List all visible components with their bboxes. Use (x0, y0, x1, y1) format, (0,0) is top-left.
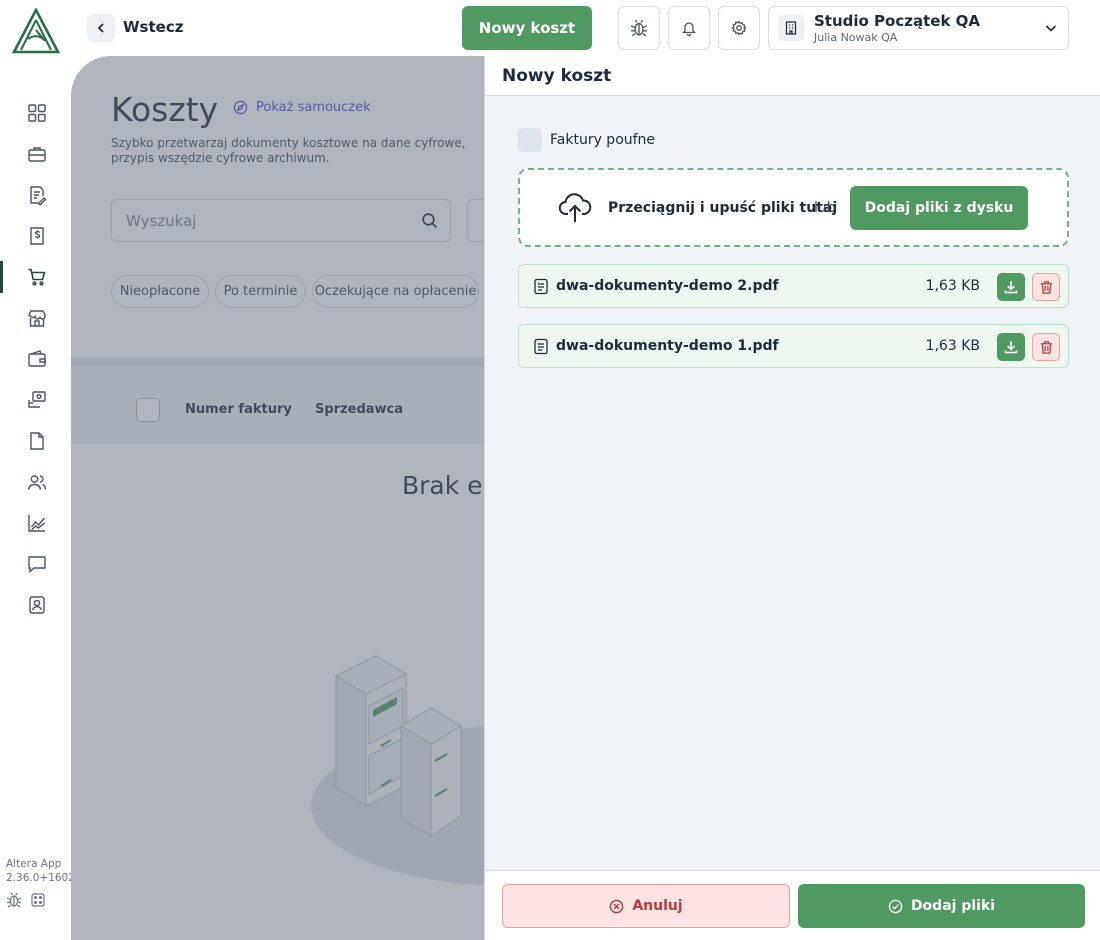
page-title: Koszty (111, 90, 219, 129)
back-button[interactable] (87, 14, 115, 42)
sidebar-item-dashboard[interactable] (0, 97, 71, 129)
company-name: Studio Początek QA (814, 12, 981, 30)
company-user: Julia Nowak QA (814, 31, 898, 44)
page-description: Szybko przetwarzaj dokumenty kosztowe na… (111, 136, 466, 165)
settings-button[interactable] (718, 6, 760, 50)
file-name: dwa-dokumenty-demo 2.pdf (556, 278, 779, 294)
file-size: 1,63 KB (925, 338, 980, 354)
gear-icon (731, 20, 747, 36)
app-version: Altera App 2.36.0+1602 (6, 858, 75, 884)
delete-file-button[interactable] (1032, 273, 1060, 301)
delete-file-button[interactable] (1032, 333, 1060, 361)
money-transfer-icon (28, 391, 46, 408)
drawer-title: Nowy koszt (502, 66, 612, 86)
bug-report-icon[interactable] (6, 892, 22, 908)
download-icon (1004, 281, 1018, 294)
check-circle-icon (888, 899, 903, 913)
sidebar-item-wallet[interactable] (0, 343, 71, 375)
compass-icon (233, 100, 248, 115)
add-files-from-disk-button[interactable]: Dodaj pliki z dysku (850, 186, 1028, 230)
company-switcher[interactable]: Studio Początek QA Julia Nowak QA (768, 6, 1069, 50)
sidebar: Altera App 2.36.0+1602 (0, 0, 75, 940)
sidebar-item-store[interactable] (0, 302, 71, 334)
download-icon (1004, 341, 1018, 354)
dropzone-or: lub (814, 200, 836, 216)
dice-icon[interactable] (30, 892, 46, 908)
sidebar-item-account[interactable] (0, 589, 71, 621)
building-icon (778, 15, 804, 41)
sidebar-item-reports[interactable] (0, 507, 71, 539)
briefcase-icon (28, 147, 46, 162)
contact-card-icon (29, 596, 45, 614)
document-edit-icon (30, 186, 47, 205)
sidebar-item-payments[interactable] (0, 384, 71, 416)
filter-chip-overdue[interactable]: Po terminie (215, 275, 306, 308)
chevron-down-icon (1045, 25, 1057, 32)
drawer-footer: Anuluj Dodaj pliki (485, 870, 1100, 940)
add-files-label: Dodaj pliki (910, 898, 996, 914)
bell-icon (681, 22, 697, 36)
bug-report-button[interactable] (618, 6, 660, 50)
cloud-upload-icon (558, 193, 592, 222)
pdf-file-icon (534, 338, 548, 355)
altera-logo-icon[interactable] (11, 8, 61, 54)
file-icon (30, 432, 44, 450)
file-size: 1,63 KB (925, 278, 980, 294)
shopping-cart-icon (28, 268, 46, 286)
sidebar-item-messages[interactable] (0, 548, 71, 580)
file-row: dwa-dokumenty-demo 2.pdf 1,63 KB (518, 264, 1069, 308)
sidebar-item-costs[interactable] (0, 261, 71, 293)
trash-icon (1040, 340, 1052, 354)
users-icon (27, 475, 47, 490)
search-placeholder: Wyszukaj (126, 212, 197, 230)
column-seller[interactable]: Sprzedawca (315, 402, 403, 417)
search-icon[interactable] (421, 212, 438, 229)
new-cost-button[interactable]: Nowy koszt (462, 6, 592, 50)
filter-chip-awaiting-payment[interactable]: Oczekujące na opłacenie (312, 275, 479, 308)
dropzone-text: Przeciągnij i upuść pliki tutaj (608, 200, 838, 216)
dashboard-grid-icon (28, 104, 46, 122)
sidebar-item-invoices[interactable] (0, 220, 71, 252)
file-dropzone[interactable]: Przeciągnij i upuść pliki tutaj lub Doda… (518, 168, 1069, 247)
download-file-button[interactable] (997, 273, 1025, 301)
tutorial-label: Pokaż samouczek (256, 100, 371, 115)
chat-icon (28, 556, 46, 574)
show-tutorial-link[interactable]: Pokaż samouczek (233, 100, 371, 115)
bug-icon (630, 19, 648, 37)
pdf-file-icon (534, 278, 548, 295)
cancel-label: Anuluj (632, 898, 683, 914)
filter-chip-unpaid[interactable]: Nieopłacone (111, 275, 209, 308)
chevron-left-icon (97, 23, 104, 33)
confidential-invoices-label[interactable]: Faktury poufne (550, 132, 655, 148)
wallet-icon (28, 350, 46, 367)
confidential-invoices-checkbox[interactable] (518, 128, 542, 152)
close-circle-icon (610, 899, 624, 913)
column-invoice-number[interactable]: Numer faktury (185, 402, 292, 417)
sidebar-item-documents[interactable] (0, 179, 71, 211)
file-row: dwa-dokumenty-demo 1.pdf 1,63 KB (518, 324, 1069, 368)
store-icon (28, 310, 46, 327)
add-files-button[interactable]: Dodaj pliki (798, 884, 1085, 928)
download-file-button[interactable] (997, 333, 1025, 361)
trash-icon (1040, 280, 1052, 294)
cancel-button[interactable]: Anuluj (502, 884, 790, 928)
back-label[interactable]: Wstecz (123, 18, 183, 36)
notifications-button[interactable] (668, 6, 710, 50)
select-all-checkbox[interactable] (136, 398, 160, 422)
sidebar-item-briefcase[interactable] (0, 138, 71, 170)
invoice-dollar-icon (30, 227, 44, 245)
sidebar-item-files[interactable] (0, 425, 71, 457)
file-name: dwa-dokumenty-demo 1.pdf (556, 338, 779, 354)
new-cost-drawer: Nowy koszt Faktury poufne Przeciągnij i … (484, 56, 1100, 940)
search-input[interactable]: Wyszukaj (111, 199, 451, 242)
sidebar-item-contacts[interactable] (0, 466, 71, 498)
chart-line-icon (28, 515, 46, 532)
drawer-header: Nowy koszt (485, 56, 1100, 96)
